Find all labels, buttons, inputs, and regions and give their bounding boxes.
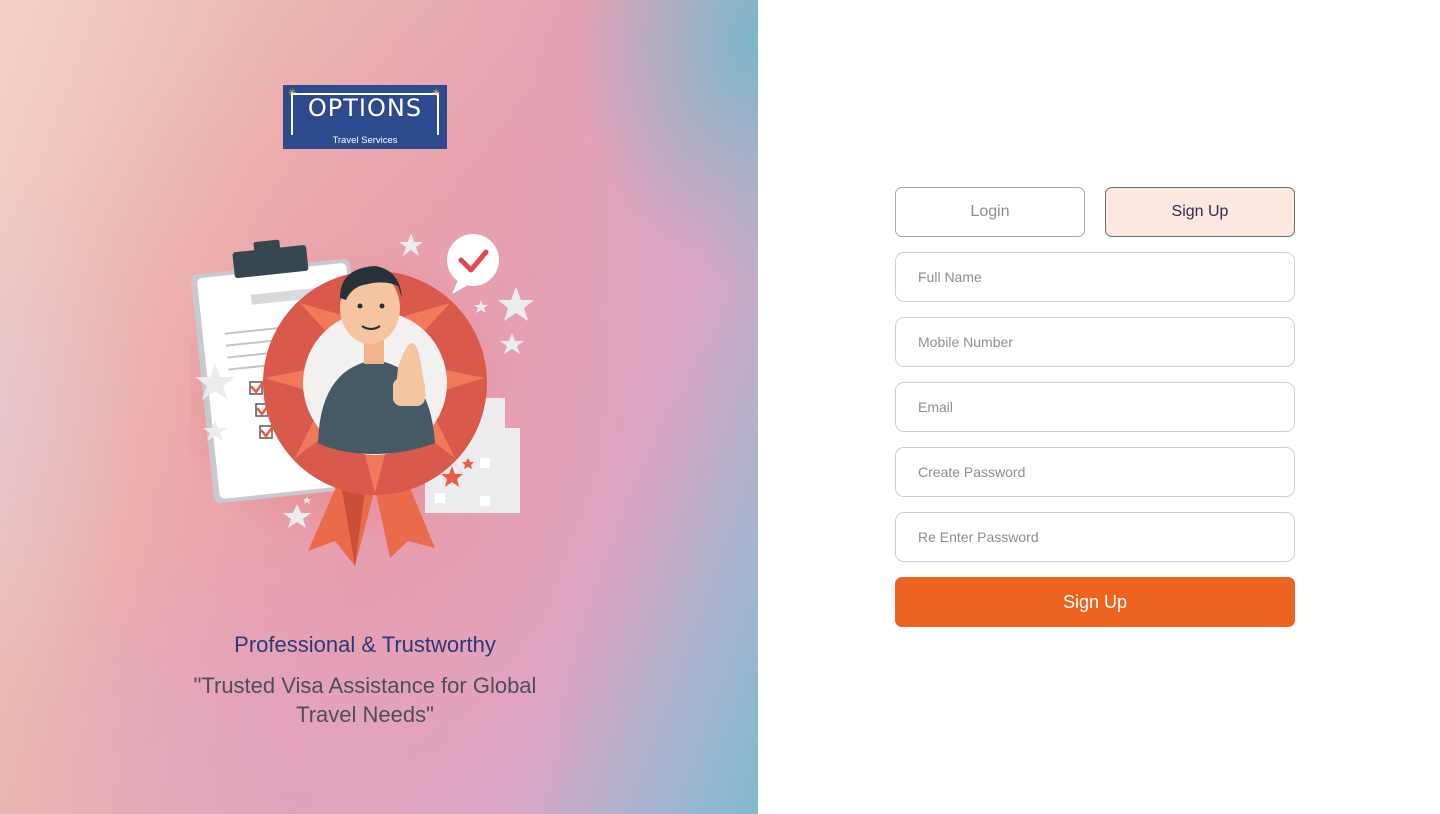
email-field[interactable] [895,382,1295,432]
brand-logo: ✳ ✳ OPTIONS Travel Services [283,85,447,149]
auth-tabs: Login Sign Up [895,187,1295,237]
create-password-field[interactable] [895,447,1295,497]
checkmark-bubble-icon [447,234,499,294]
signup-form: Login Sign Up Sign Up [895,187,1295,627]
reenter-password-field[interactable] [895,512,1295,562]
signup-page: ✳ ✳ OPTIONS Travel Services Professional… [0,0,1440,814]
signup-submit-button[interactable]: Sign Up [895,577,1295,627]
mobile-number-field[interactable] [895,317,1295,367]
tab-login[interactable]: Login [895,187,1085,237]
logo-wordmark: OPTIONS [307,94,423,122]
full-name-field[interactable] [895,252,1295,302]
hero-panel: ✳ ✳ OPTIONS Travel Services Professional… [0,0,758,814]
logo-tagline: Travel Services [285,135,445,146]
hero-quote: "Trusted Visa Assistance for Global Trav… [193,673,537,727]
award-illustration [190,233,534,566]
hero-title: Professional & Trustworthy [234,632,496,657]
tab-signup[interactable]: Sign Up [1105,187,1295,237]
